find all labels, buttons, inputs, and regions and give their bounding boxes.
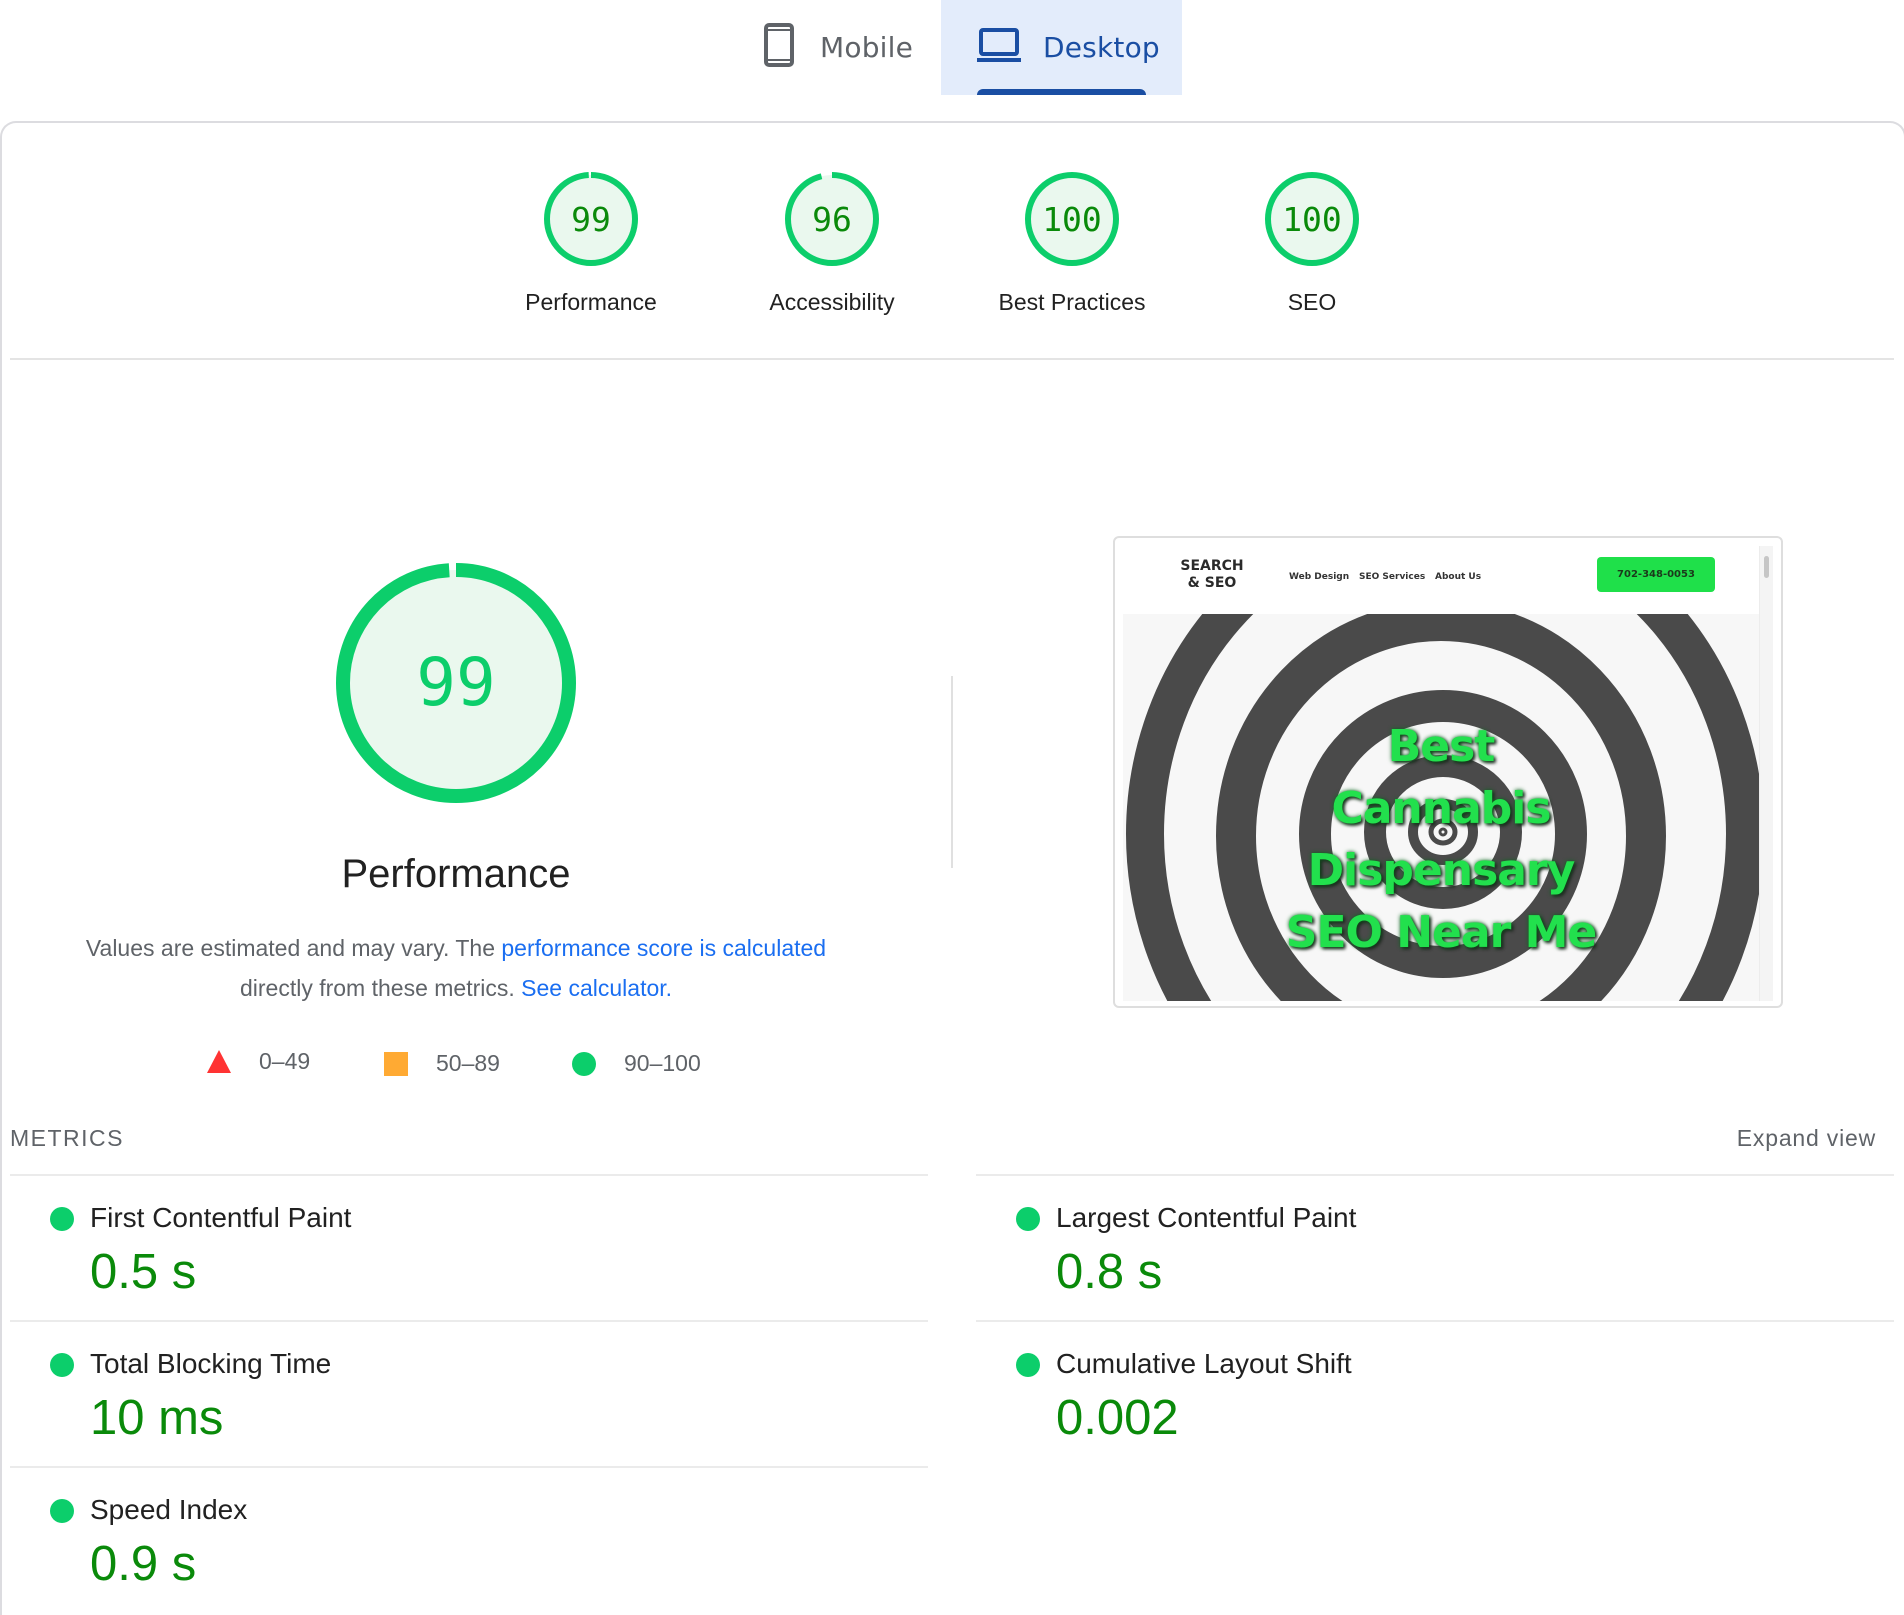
- performance-gauge: 99: [336, 563, 576, 803]
- expand-view-button[interactable]: Expand view: [1737, 1125, 1876, 1152]
- metric-label: Speed Index: [90, 1494, 248, 1525]
- metrics-header: METRICS: [10, 1125, 124, 1151]
- site-nav-item: SEO Services: [1359, 572, 1426, 582]
- legend-range: 50–89: [436, 1050, 500, 1076]
- headline-line: Cannabis: [1331, 783, 1551, 834]
- score-gauge-performance[interactable]: 99 Performance: [471, 170, 711, 316]
- legend-item-average: 50–89: [384, 1050, 500, 1077]
- description-text: directly from these metrics.: [239, 975, 522, 1001]
- legend-item-fail: 0–49: [207, 1048, 310, 1075]
- screenshot-hero: Best Cannabis Dispensary SEO Near Me: [1123, 606, 1759, 1001]
- tab-desktop-label: Desktop: [1043, 31, 1160, 64]
- score-label: SEO: [1287, 289, 1337, 315]
- score-value: 100: [1042, 200, 1102, 239]
- circle-icon: [572, 1051, 596, 1076]
- scores-divider: [10, 358, 1894, 360]
- site-nav-item: About Us: [1435, 572, 1482, 582]
- gauge-ring: 100: [1265, 172, 1359, 266]
- score-value: 99: [571, 200, 611, 239]
- metric-value: 0.8 s: [1056, 1245, 1163, 1299]
- tab-mobile[interactable]: Mobile: [740, 0, 941, 95]
- phone-icon: [764, 23, 794, 72]
- scrollbar-thumb: [1764, 556, 1769, 578]
- screenshot-viewport: Best Cannabis Dispensary SEO Near Me SEA…: [1123, 546, 1773, 1001]
- pass-circle-icon: [1016, 1353, 1040, 1377]
- tab-desktop[interactable]: Desktop: [941, 0, 1182, 95]
- score-label: Accessibility: [769, 289, 895, 315]
- performance-description: Values are estimated and may vary. The p…: [56, 928, 856, 1008]
- metric-total-blocking-time: Total Blocking Time 10 ms: [10, 1320, 928, 1467]
- metric-speed-index: Speed Index 0.9 s: [10, 1466, 928, 1613]
- legend-range: 0–49: [259, 1048, 311, 1074]
- site-nav-item: Web Design: [1289, 572, 1350, 582]
- gauge-ring: 100: [1025, 172, 1119, 266]
- description-text: Values are estimated and may vary. The: [85, 935, 502, 961]
- gauge-ring: 99: [544, 172, 638, 266]
- metric-value: 0.9 s: [90, 1537, 197, 1591]
- metric-value: 0.5 s: [90, 1245, 197, 1299]
- performance-score-value: 99: [416, 644, 495, 721]
- vertical-divider: [951, 676, 953, 868]
- performance-score-link[interactable]: performance score is calculated: [501, 935, 826, 961]
- square-icon: [384, 1051, 408, 1076]
- metric-label: Cumulative Layout Shift: [1056, 1348, 1352, 1379]
- metric-value: 0.002: [1056, 1391, 1179, 1445]
- site-phone-button: 702-348-0053: [1597, 557, 1715, 592]
- score-label: Best Practices: [998, 289, 1146, 315]
- legend-item-pass: 90–100: [572, 1050, 701, 1077]
- page-screenshot[interactable]: Best Cannabis Dispensary SEO Near Me SEA…: [1113, 536, 1783, 1008]
- gauge-ring: 96: [785, 172, 879, 266]
- metric-cumulative-layout-shift: Cumulative Layout Shift 0.002: [976, 1320, 1894, 1467]
- screenshot-headline: Best Cannabis Dispensary SEO Near Me: [1123, 716, 1759, 964]
- metric-first-contentful-paint: First Contentful Paint 0.5 s: [10, 1174, 928, 1321]
- headline-line: Best: [1387, 721, 1496, 772]
- headline-line: SEO Near Me: [1285, 907, 1597, 958]
- metric-label: Largest Contentful Paint: [1056, 1202, 1357, 1233]
- metric-label: First Contentful Paint: [90, 1202, 352, 1233]
- score-gauge-seo[interactable]: 100 SEO: [1192, 170, 1432, 316]
- score-label: Performance: [525, 289, 657, 315]
- score-gauge-accessibility[interactable]: 96 Accessibility: [712, 170, 952, 316]
- see-calculator-link[interactable]: See calculator.: [521, 975, 672, 1001]
- pass-circle-icon: [1016, 1207, 1040, 1231]
- score-value: 100: [1282, 200, 1342, 239]
- pass-circle-icon: [50, 1353, 74, 1377]
- metric-label: Total Blocking Time: [90, 1348, 332, 1379]
- logo-line: & SEO: [1187, 575, 1237, 591]
- metric-value: 10 ms: [90, 1391, 224, 1445]
- screenshot-scrollbar: [1759, 546, 1773, 1001]
- score-value: 96: [812, 200, 852, 239]
- legend-range: 90–100: [624, 1050, 701, 1076]
- tab-mobile-label: Mobile: [820, 31, 914, 64]
- site-logo: SEARCH & SEO: [1167, 558, 1257, 592]
- headline-line: Dispensary: [1307, 845, 1576, 896]
- triangle-icon: [207, 1050, 231, 1073]
- tab-active-indicator: [977, 89, 1146, 95]
- pass-circle-icon: [50, 1207, 74, 1231]
- logo-line: SEARCH: [1180, 558, 1244, 574]
- laptop-icon: [977, 27, 1021, 68]
- metric-largest-contentful-paint: Largest Contentful Paint 0.8 s: [976, 1174, 1894, 1321]
- score-gauge-best-practices[interactable]: 100 Best Practices: [952, 170, 1192, 316]
- performance-title: Performance: [341, 852, 571, 896]
- pass-circle-icon: [50, 1499, 74, 1523]
- screenshot-site-header: SEARCH & SEO Web Design SEO Services Abo…: [1123, 546, 1759, 614]
